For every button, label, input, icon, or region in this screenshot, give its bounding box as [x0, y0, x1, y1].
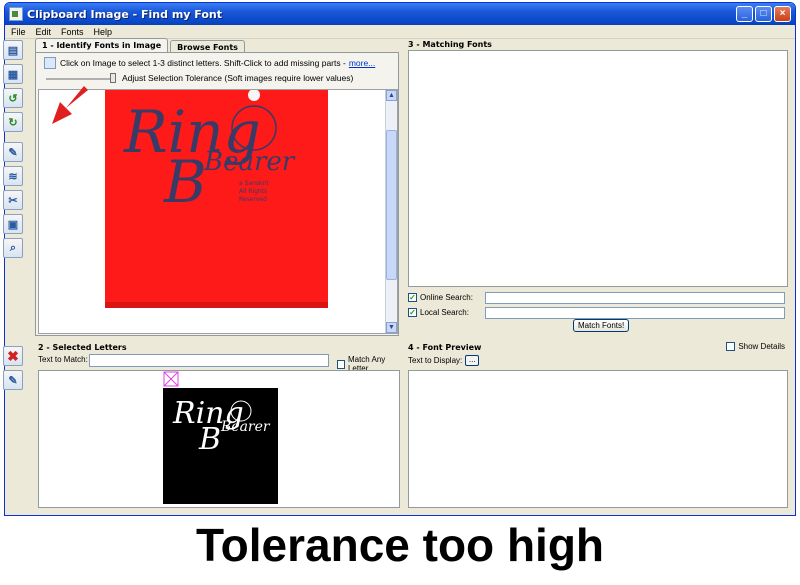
app-icon — [9, 7, 23, 21]
selected-letters-view[interactable]: Ring B Bearer — [38, 370, 400, 508]
font-preview-panel: 4 - Font Preview Show Details Text to Di… — [405, 342, 789, 510]
text-to-match-row: Text to Match: — [38, 355, 88, 364]
text-to-display-label: Text to Display: — [408, 356, 463, 365]
image-scrollbar[interactable]: ▲ ▼ — [385, 90, 397, 333]
tolerance-label: Adjust Selection Tolerance (Soft images … — [122, 73, 354, 83]
menu-edit[interactable]: Edit — [36, 27, 52, 37]
font-preview-view — [408, 370, 788, 508]
close-button[interactable]: × — [774, 6, 791, 22]
red-arrow-icon — [52, 86, 88, 124]
online-search-row: ✓ Online Search: — [408, 293, 473, 302]
rotate-left-icon[interactable]: ↺ — [3, 88, 23, 108]
online-search-field[interactable] — [485, 292, 785, 304]
image-sub-1: a Sanskrit — [239, 180, 270, 187]
local-search-field[interactable] — [485, 307, 785, 319]
online-search-label: Online Search: — [420, 293, 473, 302]
matching-title: 3 - Matching Fonts — [408, 40, 492, 49]
delete-icon[interactable]: ✖ — [3, 346, 23, 366]
match-any-letter-checkbox[interactable] — [337, 359, 345, 369]
text-to-display-row: Text to Display: ... — [408, 355, 480, 366]
image-sub-2: All Rights — [239, 188, 267, 195]
text-to-match-input[interactable] — [89, 354, 329, 367]
tolerance-row: Adjust Selection Tolerance (Soft images … — [46, 73, 353, 83]
tolerance-slider-thumb[interactable] — [110, 73, 116, 83]
image-edit-icon[interactable]: ▣ — [3, 214, 23, 234]
local-search-row: ✓ Local Search: — [408, 308, 469, 317]
show-details-label: Show Details — [738, 342, 785, 351]
window-title: Clipboard Image - Find my Font — [27, 7, 223, 21]
image-text-bearer: Bearer — [203, 147, 296, 177]
crop-icon[interactable]: ✂ — [3, 190, 23, 210]
selected-title: 2 - Selected Letters — [38, 343, 127, 352]
hint-icon — [44, 57, 56, 69]
svg-text:B: B — [163, 148, 207, 216]
menu-fonts[interactable]: Fonts — [61, 27, 84, 37]
maximize-button[interactable]: □ — [755, 6, 772, 22]
text-to-display-button[interactable]: ... — [465, 355, 480, 366]
hint-text: Click on Image to select 1-3 distinct le… — [60, 58, 346, 68]
red-ring-bearer-image[interactable]: Ring B Bearer a Sanskrit All Rights Rese… — [39, 89, 385, 335]
selected-text-bearer: Bearer — [220, 419, 271, 435]
show-details-checkbox[interactable] — [726, 342, 736, 351]
adjust-icon[interactable]: ≋ — [3, 166, 23, 186]
selected-letters-image: Ring B Bearer — [163, 371, 278, 504]
scroll-up-icon[interactable]: ▲ — [386, 90, 397, 101]
tolerance-slider[interactable] — [46, 73, 116, 83]
hint-row: Click on Image to select 1-3 distinct le… — [44, 57, 375, 69]
add-letter-icon[interactable]: ✎ — [3, 370, 23, 390]
show-details-row: Show Details — [726, 342, 785, 351]
scroll-down-icon[interactable]: ▼ — [386, 322, 397, 333]
matching-fonts-list[interactable] — [408, 50, 788, 287]
slide-caption: Tolerance too high — [195, 519, 605, 571]
text-to-match-label: Text to Match: — [38, 355, 88, 364]
match-fonts-button[interactable]: Match Fonts! — [573, 319, 630, 332]
menu-bar: File Edit Fonts Help — [5, 25, 795, 39]
menu-help[interactable]: Help — [94, 27, 113, 37]
paste-image-icon[interactable]: ▦ — [3, 64, 23, 84]
selected-letters-panel: 2 - Selected Letters Text to Match: Matc… — [35, 342, 400, 510]
more-link[interactable]: more... — [349, 58, 375, 68]
online-search-checkbox[interactable]: ✓ — [408, 293, 417, 302]
image-view[interactable]: Ring B Bearer a Sanskrit All Rights Rese… — [38, 89, 398, 334]
local-search-checkbox[interactable]: ✓ — [408, 308, 417, 317]
preview-title: 4 - Font Preview — [408, 343, 482, 352]
left-toolbar: ▤ ▦ ↺ ↻ ✎ ≋ ✂ ▣ ⌕ — [3, 40, 27, 262]
menu-file[interactable]: File — [11, 27, 26, 37]
svg-text:B: B — [198, 422, 221, 457]
matching-panel: 3 - Matching Fonts ✓ Online Search: ✓ Lo… — [405, 38, 789, 338]
local-search-label: Local Search: — [420, 308, 469, 317]
image-sub-3: Reserved — [239, 196, 267, 203]
zoom-icon[interactable]: ⌕ — [3, 238, 23, 258]
rotate-right-icon[interactable]: ↻ — [3, 112, 23, 132]
minimize-button[interactable]: _ — [736, 6, 753, 22]
select-letter-icon[interactable]: ✎ — [3, 142, 23, 162]
title-bar[interactable]: Clipboard Image - Find my Font _ □ × — [5, 3, 795, 25]
scroll-thumb[interactable] — [386, 130, 397, 280]
open-image-icon[interactable]: ▤ — [3, 40, 23, 60]
